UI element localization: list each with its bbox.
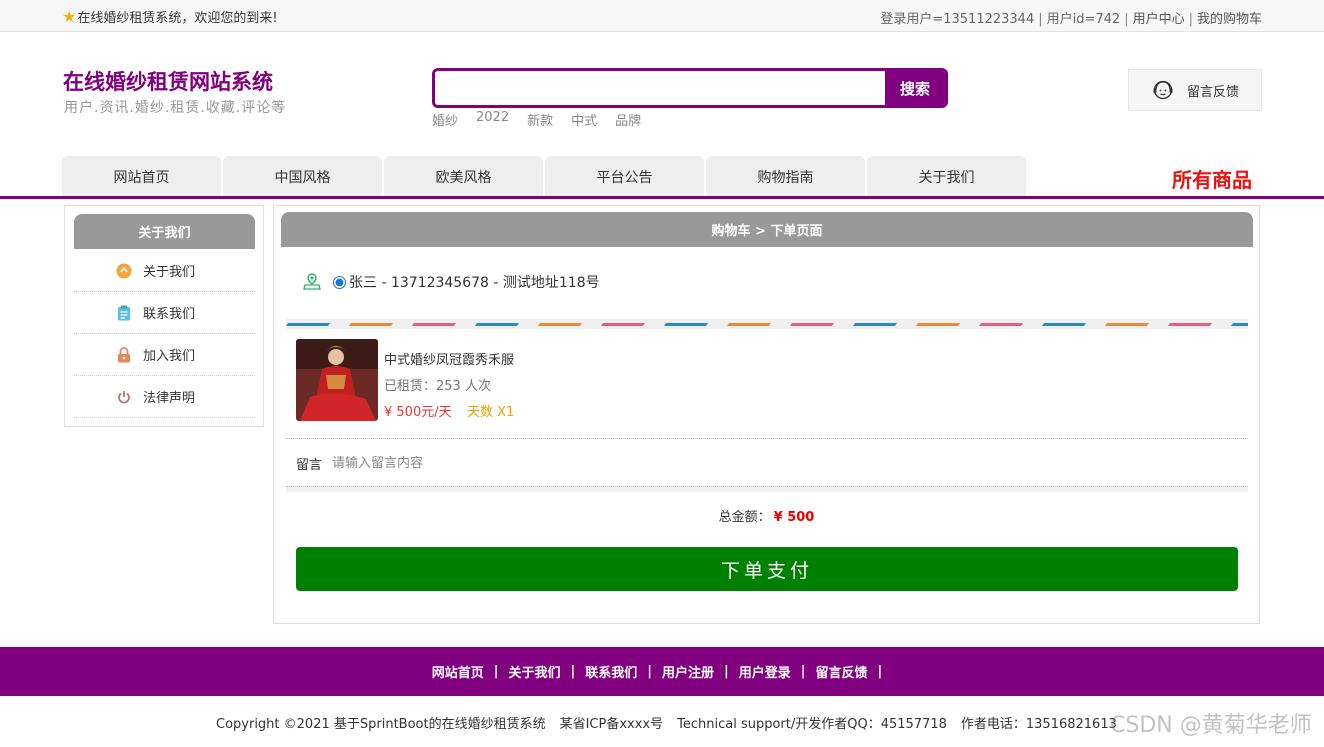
cart-item: 中式婚纱凤冠霞秀禾服 已租赁：253 人次 ¥ 500元/天 天数 X1: [296, 339, 514, 421]
star-icon: ★: [62, 6, 77, 26]
search-input[interactable]: [435, 71, 885, 105]
total-amount: ¥ 500: [773, 510, 815, 525]
author-phone: 作者电话：13516821613: [960, 717, 1117, 732]
footer-link-register[interactable]: 用户注册: [662, 662, 714, 681]
product-image[interactable]: [296, 339, 378, 421]
sidebar-item-about-us[interactable]: 关于我们: [74, 250, 255, 292]
site-subtitle: 用户.资讯.婚纱.租赁.收藏.评论等: [64, 100, 287, 116]
breadcrumb: 购物车 > 下单页面: [281, 212, 1253, 247]
copyright-text: Copyright ©2021 基于SprintBoot的在线婚纱租赁系统: [216, 717, 546, 732]
product-price: ¥ 500元/天: [384, 405, 452, 420]
user-center-link[interactable]: 用户中心: [1133, 12, 1185, 27]
hot-word[interactable]: 品牌: [615, 110, 641, 129]
sidebar-item-join-us[interactable]: 加入我们: [74, 334, 255, 376]
logged-in-user: 登录用户=13511223344: [880, 12, 1035, 27]
remark-row: 留言: [296, 454, 933, 473]
nav-item-shopping-guide[interactable]: 购物指南: [706, 156, 865, 197]
copyright-info: Copyright ©2021 基于SprintBoot的在线婚纱租赁系统 某省I…: [216, 713, 1131, 732]
hot-search-words: 婚纱 2022 新款 中式 品牌: [432, 110, 641, 129]
all-goods-link[interactable]: 所有商品: [1172, 164, 1252, 193]
my-cart-link[interactable]: 我的购物车: [1197, 12, 1262, 27]
nav-item-chinese-style[interactable]: 中国风格: [223, 156, 382, 197]
sidebar-item-label: 法律声明: [143, 391, 196, 406]
remark-input[interactable]: [332, 456, 933, 471]
tech-support: Technical support/开发作者QQ：45157718: [677, 717, 947, 732]
rental-days: 天数 X1: [467, 405, 515, 420]
nav-item-western-style[interactable]: 欧美风格: [384, 156, 543, 197]
sidebar-item-contact-us[interactable]: 联系我们: [74, 292, 255, 334]
address-radio[interactable]: [333, 275, 346, 289]
hot-word[interactable]: 新款: [527, 110, 553, 129]
customer-service-icon: [1153, 80, 1173, 100]
nav-divider: [0, 196, 1324, 199]
power-icon: [115, 388, 133, 406]
address-text: 张三 - 13712345678 - 测试地址118号: [349, 275, 600, 291]
shipping-address[interactable]: 张三 - 13712345678 - 测试地址118号: [302, 272, 600, 292]
footer-link-contact[interactable]: 联系我们: [585, 662, 637, 681]
footer-link-feedback[interactable]: 留言反馈: [816, 662, 868, 681]
feedback-label: 留言反馈: [1187, 84, 1240, 100]
hot-word[interactable]: 婚纱: [432, 110, 458, 129]
nav-item-announcements[interactable]: 平台公告: [545, 156, 704, 197]
icp-number: 某省ICP备xxxx号: [559, 717, 664, 732]
nav-item-home[interactable]: 网站首页: [62, 156, 221, 197]
info-badge-icon: [115, 262, 133, 280]
rental-count: 已租赁：253 人次: [384, 379, 491, 394]
top-bar: ★ 在线婚纱租赁系统，欢迎您的到来! 登录用户=13511223344 | 用户id…: [0, 0, 1324, 32]
watermark: CSDN @黄菊华老师: [1110, 713, 1312, 738]
nav-item-about-us[interactable]: 关于我们: [867, 156, 1026, 197]
sidebar-item-label: 加入我们: [143, 349, 196, 364]
airmail-divider: [286, 319, 1248, 329]
location-pin-icon: [303, 273, 321, 290]
search-button[interactable]: 搜索: [885, 71, 945, 105]
user-id: 用户id=742: [1046, 12, 1121, 27]
footer-nav: 网站首页 | 关于我们 | 联系我们 | 用户注册 | 用户登录 | 留言反馈 |: [0, 647, 1324, 696]
site-title[interactable]: 在线婚纱租赁网站系统: [63, 66, 273, 96]
place-order-button[interactable]: 下单支付: [296, 547, 1238, 591]
hot-word[interactable]: 中式: [571, 110, 597, 129]
sidebar-item-label: 关于我们: [143, 265, 196, 280]
lock-icon: [115, 346, 133, 364]
divider: [286, 486, 1248, 492]
sidebar-item-legal[interactable]: 法律声明: [74, 376, 255, 418]
search-bar: 搜索: [432, 68, 948, 108]
footer-link-login[interactable]: 用户登录: [739, 662, 791, 681]
user-links: 登录用户=13511223344 | 用户id=742 | 用户中心 | 我的购物车: [880, 12, 1262, 27]
footer-link-home[interactable]: 网站首页: [432, 662, 484, 681]
sidebar: 关于我们 关于我们 联系我们 加入我们 法律声明: [64, 205, 264, 427]
total-label: 总金额：: [718, 510, 771, 525]
product-name[interactable]: 中式婚纱凤冠霞秀禾服: [384, 349, 514, 368]
clipboard-icon: [115, 304, 133, 322]
order-panel: 购物车 > 下单页面 张三 - 13712345678 - 测试地址118号 中…: [273, 205, 1260, 624]
remark-label: 留言: [296, 458, 323, 473]
footer-link-about[interactable]: 关于我们: [508, 662, 560, 681]
order-total: 总金额： ¥ 500: [274, 506, 1259, 525]
hot-word[interactable]: 2022: [476, 110, 509, 129]
welcome-message: ★ 在线婚纱租赁系统，欢迎您的到来!: [62, 7, 278, 26]
feedback-button[interactable]: 留言反馈: [1128, 69, 1262, 111]
welcome-text: 在线婚纱租赁系统，欢迎您的到来!: [77, 11, 278, 26]
sidebar-item-label: 联系我们: [143, 307, 196, 322]
divider: [286, 438, 1248, 439]
sidebar-title: 关于我们: [74, 214, 255, 249]
main-nav: 网站首页 中国风格 欧美风格 平台公告 购物指南 关于我们: [62, 156, 1026, 197]
